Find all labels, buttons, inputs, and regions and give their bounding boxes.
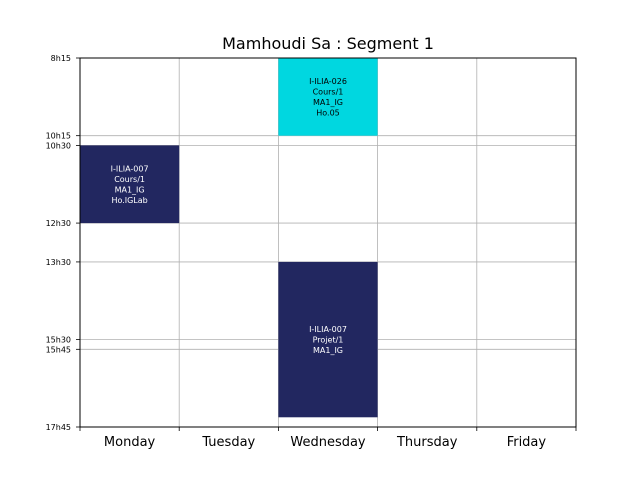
y-tick-label: 15h45 xyxy=(46,345,71,354)
event-block xyxy=(278,58,378,136)
event-text-line: MA1_IG xyxy=(313,346,343,355)
day-label: Monday xyxy=(104,435,156,450)
y-tick-label: 10h15 xyxy=(46,132,71,141)
event-text-line: Ho.05 xyxy=(316,109,340,118)
events: I-ILIA-026Cours/1MA1_IGHo.05I-ILIA-007Co… xyxy=(80,58,378,418)
day-label: Thursday xyxy=(396,435,458,450)
event-text-line: MA1_IG xyxy=(115,185,145,194)
timetable-chart: Mamhoudi Sa : Segment 1 I-ILIA-026 Cours/… xyxy=(46,34,577,450)
event-text-line: I-ILIA-007 xyxy=(309,325,347,334)
event-block xyxy=(80,145,180,224)
event-text-line: Cours/1 xyxy=(313,88,344,97)
event-text-line: I-ILIA-026 xyxy=(309,77,347,86)
event-text-line: Projet/1 xyxy=(313,336,344,345)
day-label: Wednesday xyxy=(290,435,366,450)
y-tick-label: 12h30 xyxy=(46,219,71,228)
y-tick-label: 15h30 xyxy=(46,336,71,345)
y-tick-label: 10h30 xyxy=(46,141,71,150)
event-text-line: Ho.IGLab xyxy=(111,196,147,205)
chart-title: Mamhoudi Sa : Segment 1 xyxy=(222,34,434,53)
event-text-line: Cours/1 xyxy=(114,175,145,184)
y-tick-label: 17h45 xyxy=(46,423,71,432)
event-text-line: MA1_IG xyxy=(313,98,343,107)
day-label: Tuesday xyxy=(201,435,255,450)
day-label: Friday xyxy=(507,435,547,450)
y-tick-label: 8h15 xyxy=(51,54,71,63)
event-text-line: I-ILIA-007 xyxy=(111,164,149,173)
y-tick-label: 13h30 xyxy=(46,258,71,267)
